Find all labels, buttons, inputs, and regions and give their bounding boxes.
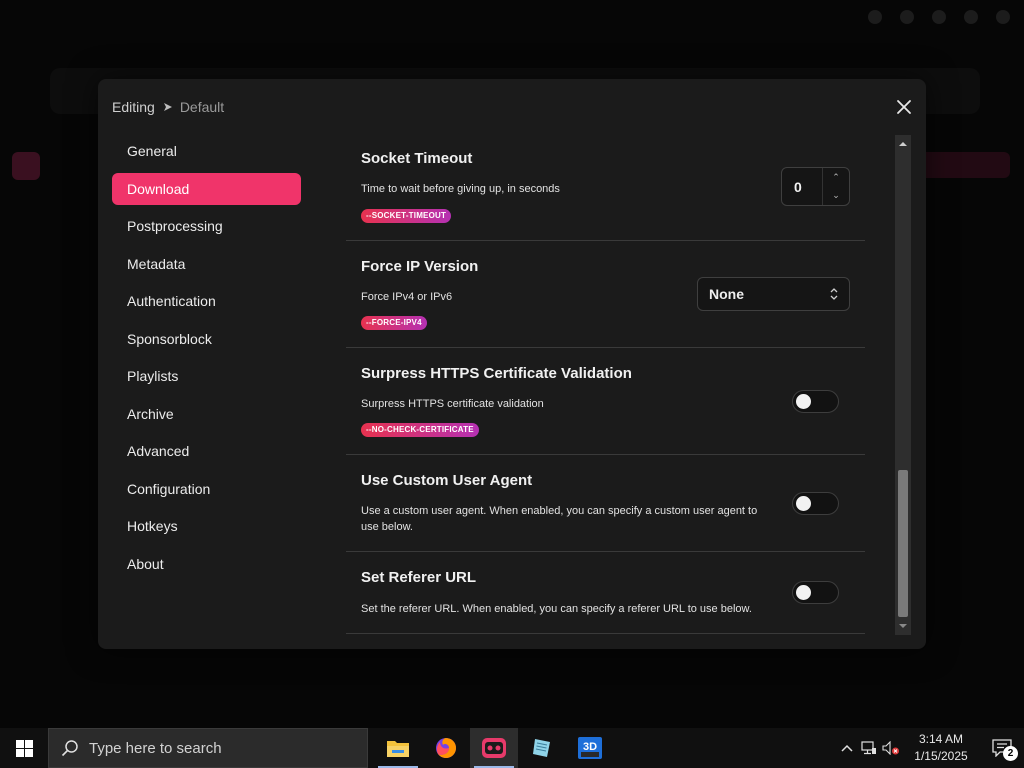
socket-timeout-value[interactable]: 0	[794, 179, 802, 195]
scroll-down-icon[interactable]	[895, 619, 911, 633]
notepad-icon	[533, 739, 550, 757]
taskbar-apps: 3D	[374, 728, 614, 768]
taskbar-app-firefox[interactable]	[422, 728, 470, 768]
breadcrumb-editing: Editing	[112, 99, 155, 115]
settings-content: Socket Timeout Time to wait before givin…	[346, 135, 865, 635]
sidebar-item-hotkeys[interactable]: Hotkeys	[112, 510, 301, 542]
clock-time: 3:14 AM	[918, 732, 964, 746]
settings-dialog: Editing Default General Download Postpro…	[98, 79, 926, 649]
svg-text:3D: 3D	[583, 741, 597, 753]
referer-url-toggle[interactable]	[792, 581, 839, 604]
chevron-updown-icon	[830, 288, 838, 300]
clock-date: 1/15/2025	[914, 749, 968, 763]
custom-user-agent-toggle[interactable]	[792, 492, 839, 515]
system-tray: 3:14 AM 1/15/2025 2	[836, 728, 1024, 768]
taskbar-clock[interactable]: 3:14 AM 1/15/2025	[902, 731, 980, 765]
volume-muted-icon[interactable]	[880, 728, 902, 768]
sidebar-item-general[interactable]: General	[112, 135, 301, 167]
setting-custom-user-agent: Use Custom User Agent Use a custom user …	[346, 455, 865, 552]
force-ip-select[interactable]: None	[697, 277, 850, 311]
number-spinner: ⌃ ⌄	[822, 168, 849, 205]
toggle-knob	[796, 394, 811, 409]
sidebar-item-advanced[interactable]: Advanced	[112, 435, 301, 467]
setting-referer-url: Set Referer URL Set the referer URL. Whe…	[346, 552, 865, 634]
search-placeholder: Type here to search	[89, 739, 222, 757]
setting-title: Surpress HTTPS Certificate Validation	[361, 365, 632, 382]
setting-description: Time to wait before giving up, in second…	[361, 183, 560, 195]
setting-socket-timeout: Socket Timeout Time to wait before givin…	[346, 135, 865, 241]
setting-force-ip-version: Force IP Version Force IPv4 or IPv6 --FO…	[346, 241, 865, 348]
settings-sidebar: General Download Postprocessing Metadata…	[112, 135, 301, 585]
sidebar-item-playlists[interactable]: Playlists	[112, 360, 301, 392]
breadcrumb-current[interactable]: Default	[180, 99, 224, 115]
file-explorer-icon	[387, 741, 409, 757]
close-icon[interactable]	[896, 99, 912, 115]
firefox-icon	[436, 738, 456, 758]
search-icon	[61, 740, 78, 757]
3d-viewer-icon: 3D	[578, 737, 602, 759]
scrollbar[interactable]	[895, 135, 911, 635]
background-checkbox	[12, 152, 40, 180]
flag-badge: --SOCKET-TIMEOUT	[361, 209, 452, 223]
ytdlp-gui-icon	[482, 738, 506, 758]
socket-timeout-input[interactable]: 0 ⌃ ⌄	[781, 167, 850, 206]
setting-description: Set the referer URL. When enabled, you c…	[361, 603, 752, 615]
notification-count-badge: 2	[1003, 746, 1018, 761]
setting-description: Use a custom user agent. When enabled, y…	[361, 505, 758, 533]
toggle-knob	[796, 496, 811, 511]
background-status-bar	[0, 695, 1024, 725]
increment-icon[interactable]: ⌃	[823, 168, 849, 186]
setting-title: Force IP Version	[361, 258, 479, 275]
taskbar: Type here to search 3D 3:14 AM 1/15/2025…	[0, 728, 1024, 768]
background-window-controls	[868, 10, 1010, 24]
decrement-icon[interactable]: ⌄	[823, 186, 849, 204]
sidebar-item-sponsorblock[interactable]: Sponsorblock	[112, 323, 301, 355]
scroll-up-icon[interactable]	[895, 137, 911, 151]
flag-badge: --NO-CHECK-CERTIFICATE	[361, 423, 479, 437]
setting-title: Set Referer URL	[361, 569, 477, 586]
sidebar-item-about[interactable]: About	[112, 548, 301, 580]
network-icon[interactable]	[858, 728, 880, 768]
sidebar-item-postprocessing[interactable]: Postprocessing	[112, 210, 301, 242]
setting-surpress-https: Surpress HTTPS Certificate Validation Su…	[346, 348, 865, 455]
taskbar-app-ytdlp-gui[interactable]	[470, 728, 518, 768]
chevron-right-icon	[163, 103, 172, 111]
scrollbar-thumb[interactable]	[898, 470, 908, 617]
flag-badge: --FORCE-IPV4	[361, 316, 427, 330]
setting-title: Use Custom User Agent	[361, 472, 533, 489]
notification-center-button[interactable]: 2	[980, 728, 1024, 768]
taskbar-app-notepad[interactable]	[518, 728, 566, 768]
breadcrumb: Editing Default	[112, 99, 224, 115]
setting-description: Surpress HTTPS certificate validation	[361, 398, 544, 410]
taskbar-search[interactable]: Type here to search	[48, 728, 368, 768]
sidebar-item-archive[interactable]: Archive	[112, 398, 301, 430]
sidebar-item-authentication[interactable]: Authentication	[112, 285, 301, 317]
surpress-https-toggle[interactable]	[792, 390, 839, 413]
sidebar-item-download[interactable]: Download	[112, 172, 301, 205]
taskbar-app-file-explorer[interactable]	[374, 728, 422, 768]
sidebar-item-metadata[interactable]: Metadata	[112, 248, 301, 280]
taskbar-app-3d-viewer[interactable]: 3D	[566, 728, 614, 768]
sidebar-item-configuration[interactable]: Configuration	[112, 473, 301, 505]
start-button[interactable]	[0, 728, 48, 768]
show-hidden-icons-chevron-icon[interactable]	[836, 728, 858, 768]
toggle-knob	[796, 585, 811, 600]
windows-logo-icon	[15, 739, 33, 757]
force-ip-selected-value: None	[709, 286, 744, 302]
setting-title: Socket Timeout	[361, 150, 473, 167]
